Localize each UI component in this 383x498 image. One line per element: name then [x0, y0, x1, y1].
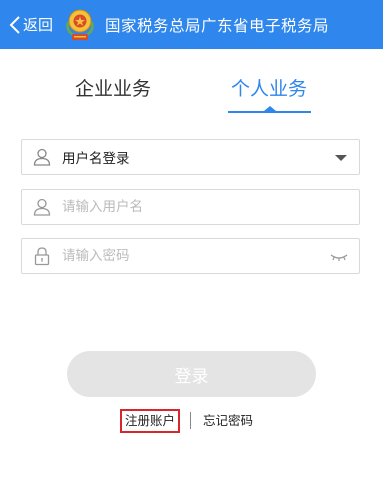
back-label: 返回 [23, 16, 54, 34]
password-field[interactable] [21, 238, 360, 274]
active-tab-caret [264, 106, 276, 111]
app-header: 返回 国家税务总局广东省电子税务局 [0, 0, 383, 49]
account-links: 注册账户 忘记密码 [0, 409, 383, 433]
user-icon [22, 190, 62, 224]
forgot-password-link[interactable]: 忘记密码 [203, 411, 253, 431]
user-icon [22, 140, 62, 174]
tab-enterprise-business[interactable]: 企业业务 [58, 72, 168, 120]
username-field[interactable] [21, 189, 360, 225]
chevron-down-icon [335, 155, 347, 161]
active-tab-indicator [228, 111, 311, 113]
business-tabs: 企业业务 个人业务 [0, 72, 383, 120]
lock-icon [22, 239, 62, 273]
username-input[interactable] [62, 199, 312, 215]
link-divider [190, 412, 191, 429]
login-type-select[interactable]: 用户名登录 [21, 139, 360, 175]
chevron-left-icon [9, 15, 20, 34]
register-account-link[interactable]: 注册账户 [120, 409, 181, 433]
login-type-value: 用户名登录 [62, 151, 130, 167]
tax-emblem-icon [65, 8, 95, 42]
back-button[interactable]: 返回 [0, 0, 53, 49]
password-input[interactable] [62, 248, 312, 264]
login-button[interactable]: 登录 [67, 351, 316, 397]
eye-closed-icon[interactable] [329, 249, 349, 268]
page-title: 国家税务总局广东省电子税务局 [105, 16, 330, 35]
